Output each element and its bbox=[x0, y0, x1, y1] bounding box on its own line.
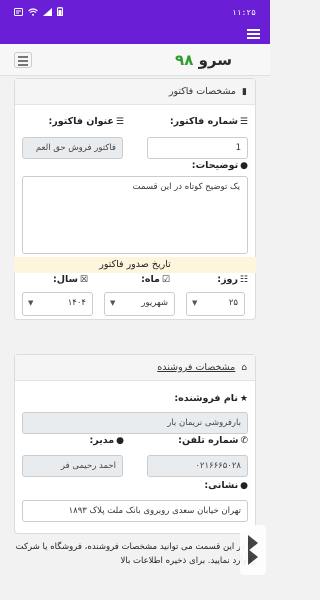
seller-name-input[interactable]: بارفروشی نریمان بار bbox=[22, 412, 248, 434]
brand-number: ۹۸ bbox=[175, 51, 194, 69]
star-icon: ★ bbox=[239, 394, 248, 404]
phone-icon: ✆ bbox=[240, 436, 248, 446]
phone-label: ✆شماره تلفن: bbox=[178, 435, 248, 446]
address-input[interactable]: تهران خیابان سعدی روبروی بانک ملت پلاک ۱… bbox=[22, 500, 248, 522]
calendar-x-icon: ☒ bbox=[79, 275, 88, 285]
notification-icon bbox=[14, 7, 23, 18]
description-textarea[interactable]: یک توضیح کوتاه در این قسمت bbox=[22, 176, 248, 254]
barcode-icon: ☰ bbox=[115, 117, 124, 127]
menu-icon[interactable] bbox=[247, 29, 260, 39]
chevron-down-icon: ▼ bbox=[192, 299, 198, 307]
day-select[interactable]: ۲۵ ▼ bbox=[186, 292, 245, 316]
brand-word: سرو bbox=[198, 51, 232, 69]
year-label: ☒سال: bbox=[52, 274, 88, 285]
issue-date-heading: تاریخ صدور فاکتور bbox=[14, 257, 256, 273]
navbar-toggler-icon[interactable] bbox=[14, 52, 32, 68]
manager-label: ●مدیر: bbox=[89, 435, 124, 446]
invoice-number-input[interactable]: 1 bbox=[147, 137, 248, 159]
chevron-down-icon: ▼ bbox=[110, 299, 116, 307]
top-bar bbox=[0, 24, 270, 44]
location-pin-icon: ● bbox=[240, 481, 248, 491]
seller-name-label: ★نام فروشنده: bbox=[174, 393, 248, 404]
app-navbar: سرو ۹۸ bbox=[0, 44, 270, 76]
phone-input[interactable]: ۰۲۱۶۶۶۵۰۲۸ bbox=[147, 455, 248, 477]
invoice-number-label: ☰شماره فاکتور: bbox=[169, 116, 248, 127]
signal-icon bbox=[43, 7, 52, 18]
battery-icon bbox=[57, 7, 63, 18]
calendar-check-icon: ☑ bbox=[161, 275, 170, 285]
status-icons bbox=[14, 7, 63, 18]
book-icon: ▮ bbox=[242, 87, 247, 97]
month-select[interactable]: شهریور ▼ bbox=[104, 292, 175, 316]
clock: ۱۱:۲۵ bbox=[231, 8, 256, 17]
invoice-card-header: ▮ مشخصات فاکتور bbox=[15, 79, 255, 105]
home-icon: ⌂ bbox=[241, 363, 247, 373]
calendar-icon: ☷ bbox=[239, 275, 248, 285]
day-label: ☷روز: bbox=[217, 274, 248, 285]
address-label: ●نشانی: bbox=[204, 480, 248, 491]
info-note: ⓘ در این قسمت می توانید مشخصات فروشنده، … bbox=[15, 542, 256, 566]
location-pin-icon: ● bbox=[240, 161, 248, 171]
chevron-down-icon: ▼ bbox=[28, 299, 34, 307]
wifi-icon bbox=[28, 7, 38, 18]
status-bar: ۱۱:۲۵ bbox=[0, 0, 270, 24]
year-select[interactable]: ۱۴۰۴ ▼ bbox=[22, 292, 93, 316]
scroll-down-icon bbox=[248, 535, 258, 565]
manager-input[interactable]: احمد رحیمی فر bbox=[22, 455, 123, 477]
scroll-down-button[interactable] bbox=[240, 525, 266, 575]
seller-card-header: ⌂ مشخصات فروشنده bbox=[15, 355, 255, 381]
month-label: ☑ماه: bbox=[141, 274, 170, 285]
brand-logo[interactable]: سرو ۹۸ bbox=[175, 51, 232, 69]
invoice-title-label: ☰عنوان فاکتور: bbox=[48, 116, 125, 127]
invoice-title-input[interactable]: فاکتور فروش حق العم bbox=[22, 137, 123, 159]
description-label: ●توضیحات: bbox=[191, 160, 248, 171]
barcode-icon: ☰ bbox=[239, 117, 248, 127]
user-icon: ● bbox=[116, 436, 124, 446]
